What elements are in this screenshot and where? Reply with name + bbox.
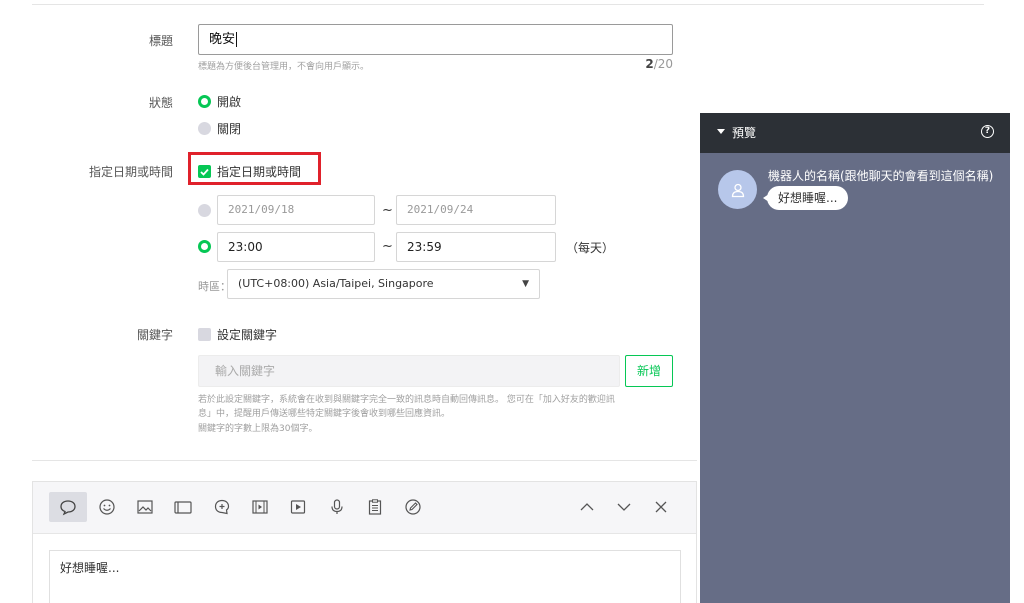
- coupon-tool[interactable]: [394, 492, 432, 522]
- bot-avatar: [718, 170, 757, 209]
- keyword-hint-line-3: 關鍵字的字數上限為30個字。: [198, 424, 318, 434]
- title-max: /20: [653, 57, 673, 71]
- status-option-label: 開啟: [217, 95, 242, 109]
- date-checkbox[interactable]: 指定日期或時間: [198, 163, 301, 180]
- delete-message-button[interactable]: [642, 492, 680, 522]
- card-tool[interactable]: [164, 492, 202, 522]
- image-icon: [137, 500, 153, 514]
- radio-selected-icon: [198, 95, 211, 108]
- radio-unselected-icon: [198, 204, 211, 217]
- radio-unselected-icon: [198, 122, 211, 135]
- date-label: 指定日期或時間: [88, 165, 173, 179]
- time-start-input[interactable]: 23:00: [217, 232, 375, 262]
- checkbox-unchecked-icon: [198, 328, 211, 341]
- clipboard-icon: [368, 499, 382, 515]
- bot-name: 機器人的名稱(跟他聊天的會看到這個名稱): [768, 169, 994, 183]
- checkbox-checked-icon: [198, 165, 211, 178]
- date-end-input[interactable]: 2021/09/24: [396, 195, 556, 225]
- status-option-label: 關閉: [217, 122, 242, 136]
- date-range-option[interactable]: [198, 204, 217, 217]
- keyword-input[interactable]: 輸入關鍵字: [198, 355, 620, 387]
- preview-panel: 預覽 ? 機器人的名稱(跟他聊天的會看到這個名稱) 好想睡喔...: [700, 113, 1010, 603]
- top-divider: [32, 4, 984, 5]
- card-icon: [174, 501, 192, 514]
- collapse-triangle-icon: [717, 129, 725, 134]
- range-separator: ~: [382, 203, 393, 218]
- survey-tool[interactable]: [356, 492, 394, 522]
- title-hint: 標題為方便後台管理用，不會向用戶顯示。: [198, 62, 370, 72]
- video-tool[interactable]: [241, 492, 279, 522]
- smiley-icon: [99, 499, 115, 515]
- keyword-hint-line-1: 若於此設定關鍵字，系統會在收到與關鍵字完全一致的訊息時自動回傳訊息。 您可在「加…: [198, 395, 615, 405]
- preview-header[interactable]: 預覽 ?: [700, 113, 1010, 153]
- user-icon: [731, 183, 744, 197]
- move-up-button[interactable]: [568, 492, 606, 522]
- status-label: 狀態: [148, 96, 173, 110]
- text-caret: [236, 32, 238, 47]
- editor-toolbar: [33, 482, 696, 534]
- preview-message-bubble: 好想睡喔...: [762, 186, 849, 210]
- move-down-button[interactable]: [605, 492, 643, 522]
- media-tool[interactable]: [279, 492, 317, 522]
- sticker-tool[interactable]: [88, 492, 126, 522]
- message-textarea[interactable]: 好想睡喔...: [49, 550, 681, 603]
- title-count: 2: [645, 57, 654, 71]
- section-divider: [32, 460, 697, 461]
- audio-tool[interactable]: [318, 492, 356, 522]
- timezone-value: (UTC+08:00) Asia/Taipei, Singapore: [238, 277, 434, 290]
- keyword-label: 關鍵字: [136, 328, 173, 342]
- timezone-select[interactable]: (UTC+08:00) Asia/Taipei, Singapore ▼: [227, 269, 540, 299]
- preview-title: 預覽: [732, 126, 757, 140]
- film-icon: [252, 500, 268, 514]
- chevron-down-icon: ▼: [522, 279, 529, 289]
- keyword-checkbox[interactable]: 設定關鍵字: [198, 326, 277, 343]
- title-value: 晚安: [209, 32, 236, 47]
- radio-selected-icon: [198, 240, 211, 253]
- chat-add-icon: [214, 499, 230, 515]
- title-counter: 2/20: [620, 57, 673, 71]
- range-separator: ~: [382, 239, 393, 254]
- status-option-on[interactable]: 開啟: [198, 93, 241, 110]
- image-tool[interactable]: [126, 492, 164, 522]
- close-icon: [655, 501, 667, 513]
- speech-bubble-icon: [60, 500, 76, 516]
- help-icon[interactable]: ?: [981, 125, 994, 138]
- message-editor: 好想睡喔...: [32, 481, 697, 603]
- time-end-input[interactable]: 23:59: [396, 232, 556, 262]
- status-option-off[interactable]: 關閉: [198, 120, 241, 137]
- text-message-tool[interactable]: [49, 492, 87, 522]
- play-icon: [290, 500, 306, 514]
- title-input[interactable]: 晚安: [198, 24, 673, 55]
- date-checkbox-label: 指定日期或時間: [217, 165, 302, 179]
- title-label: 標題: [148, 34, 173, 48]
- page: 標題 晚安 標題為方便後台管理用，不會向用戶顯示。 2/20 狀態 開啟 關閉 …: [0, 0, 1024, 603]
- daily-suffix: （每天）: [566, 241, 615, 255]
- date-start-input[interactable]: 2021/09/18: [217, 195, 375, 225]
- microphone-icon: [331, 499, 343, 514]
- pen-circle-icon: [405, 499, 421, 515]
- keyword-checkbox-label: 設定關鍵字: [217, 328, 278, 342]
- add-keyword-button[interactable]: 新增: [625, 355, 673, 387]
- keyword-hint-line-2: 息」中，提醒用戶傳送哪些特定關鍵字後會收到哪些回應資訊。: [198, 409, 451, 419]
- time-range-option[interactable]: [198, 240, 217, 253]
- reply-tool[interactable]: [203, 492, 241, 522]
- chevron-up-icon: [580, 503, 594, 511]
- chevron-down-icon: [617, 503, 631, 511]
